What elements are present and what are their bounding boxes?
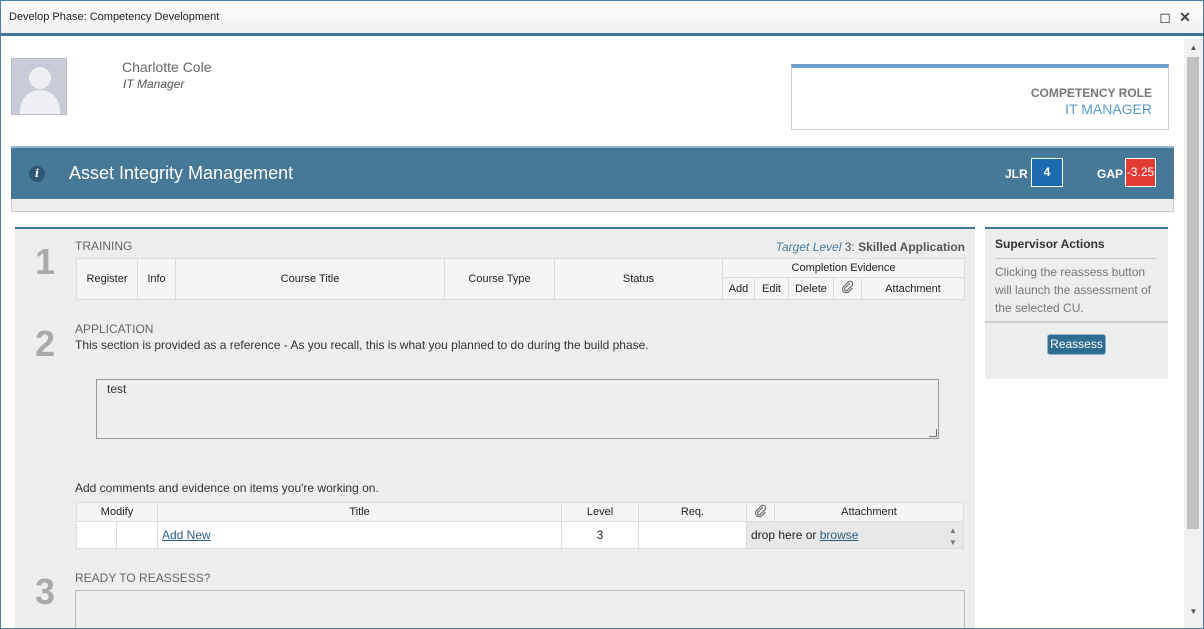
resize-handle[interactable] <box>929 429 937 437</box>
supervisor-heading: Supervisor Actions <box>995 237 1157 259</box>
jlr-label: JLR <box>1005 167 1028 181</box>
window-title: Develop Phase: Competency Development <box>9 11 220 23</box>
table-scroll-arrows[interactable]: ▲ ▼ <box>945 525 961 551</box>
application-description: This section is provided as a reference … <box>75 338 649 352</box>
training-heading: TRAINING <box>75 239 133 253</box>
col-req: Req. <box>638 502 747 522</box>
maximize-icon[interactable]: ◻ <box>1156 8 1174 26</box>
banner-strip <box>11 199 1174 212</box>
col-title: Title <box>157 502 562 522</box>
col-add: Add <box>722 277 755 300</box>
col-delete: Delete <box>788 277 834 300</box>
close-icon[interactable]: ✕ <box>1176 8 1194 26</box>
col-modify: Modify <box>76 502 158 522</box>
ready-heading: READY TO REASSESS? <box>75 571 211 585</box>
drop-text: drop here or <box>751 528 817 542</box>
ready-textarea[interactable] <box>75 590 965 628</box>
competency-role-value: IT MANAGER <box>1065 101 1152 117</box>
gap-value: -3.25 <box>1125 158 1156 187</box>
dialog-window: Develop Phase: Competency Development ◻ … <box>0 0 1204 629</box>
title-bar: Develop Phase: Competency Development ◻ … <box>1 1 1203 36</box>
step-number-2: 2 <box>35 323 56 364</box>
col-attachment: Attachment <box>774 502 964 522</box>
step-number-3: 3 <box>35 571 56 612</box>
col-register: Register <box>76 258 138 300</box>
col-info: Info <box>137 258 176 300</box>
paperclip-icon <box>833 277 862 300</box>
target-level-number: 3 <box>844 240 852 254</box>
competency-banner: i Asset Integrity Management JLR 4 GAP -… <box>11 146 1174 199</box>
col-status: Status <box>554 258 723 300</box>
col-course-title: Course Title <box>175 258 445 300</box>
competency-role-label: COMPETENCY ROLE <box>1030 86 1152 100</box>
competency-role-card: COMPETENCY ROLE IT MANAGER <box>791 64 1169 130</box>
level-cell: 3 <box>561 521 639 549</box>
supervisor-actions-panel: Supervisor Actions Clicking the reassess… <box>985 227 1168 379</box>
gap-label: GAP <box>1097 167 1124 181</box>
scroll-down-arrow[interactable]: ▼ <box>1184 605 1203 619</box>
col-edit: Edit <box>754 277 789 300</box>
add-new-link[interactable]: Add New <box>162 528 211 542</box>
scroll-thumb[interactable] <box>1187 57 1199 529</box>
training-table: Register Info Course Title Course Type S… <box>76 258 965 300</box>
reassess-button[interactable]: Reassess <box>1047 334 1106 355</box>
supervisor-text: Clicking the reassess button will launch… <box>995 265 1152 315</box>
target-level-name: Skilled Application <box>858 240 965 254</box>
paperclip-icon <box>746 502 775 522</box>
divider <box>985 321 1168 323</box>
title-cell: Add New <box>157 521 562 549</box>
scroll-up-arrow[interactable]: ▲ <box>1184 41 1203 55</box>
target-level: Target Level 3: Skilled Application <box>775 240 965 254</box>
competency-title: Asset Integrity Management <box>69 163 294 183</box>
plan-textarea[interactable]: test <box>96 379 939 439</box>
info-icon[interactable]: i <box>29 166 45 182</box>
col-course-type: Course Type <box>444 258 555 300</box>
employee-title: IT Manager <box>123 77 185 91</box>
plan-text: test <box>107 382 127 396</box>
table-row: Add New 3 drop here or browse <box>76 521 964 549</box>
main-panel: 1 TRAINING Target Level 3: Skilled Appli… <box>15 227 975 628</box>
dialog-content: Charlotte Cole IT Manager COMPETENCY ROL… <box>1 39 1184 628</box>
col-completion-evidence: Completion Evidence <box>722 258 965 278</box>
evidence-table: Modify Title Level Req. Attachment Add N… <box>76 502 964 549</box>
application-heading: APPLICATION <box>75 322 154 336</box>
col-level: Level <box>561 502 639 522</box>
comments-prompt: Add comments and evidence on items you'r… <box>75 481 379 495</box>
avatar <box>11 58 67 115</box>
attachment-dropzone[interactable]: drop here or browse <box>746 521 964 549</box>
browse-link[interactable]: browse <box>820 528 859 542</box>
req-cell <box>638 521 747 549</box>
col-attachment: Attachment <box>861 277 965 300</box>
modify-cell <box>116 521 158 549</box>
employee-name: Charlotte Cole <box>122 59 212 75</box>
target-level-label: Target Level <box>775 240 842 254</box>
step-number-1: 1 <box>35 241 56 282</box>
modify-cell <box>76 521 117 549</box>
jlr-value: 4 <box>1031 158 1063 187</box>
vertical-scrollbar[interactable]: ▲ ▼ <box>1184 39 1203 628</box>
